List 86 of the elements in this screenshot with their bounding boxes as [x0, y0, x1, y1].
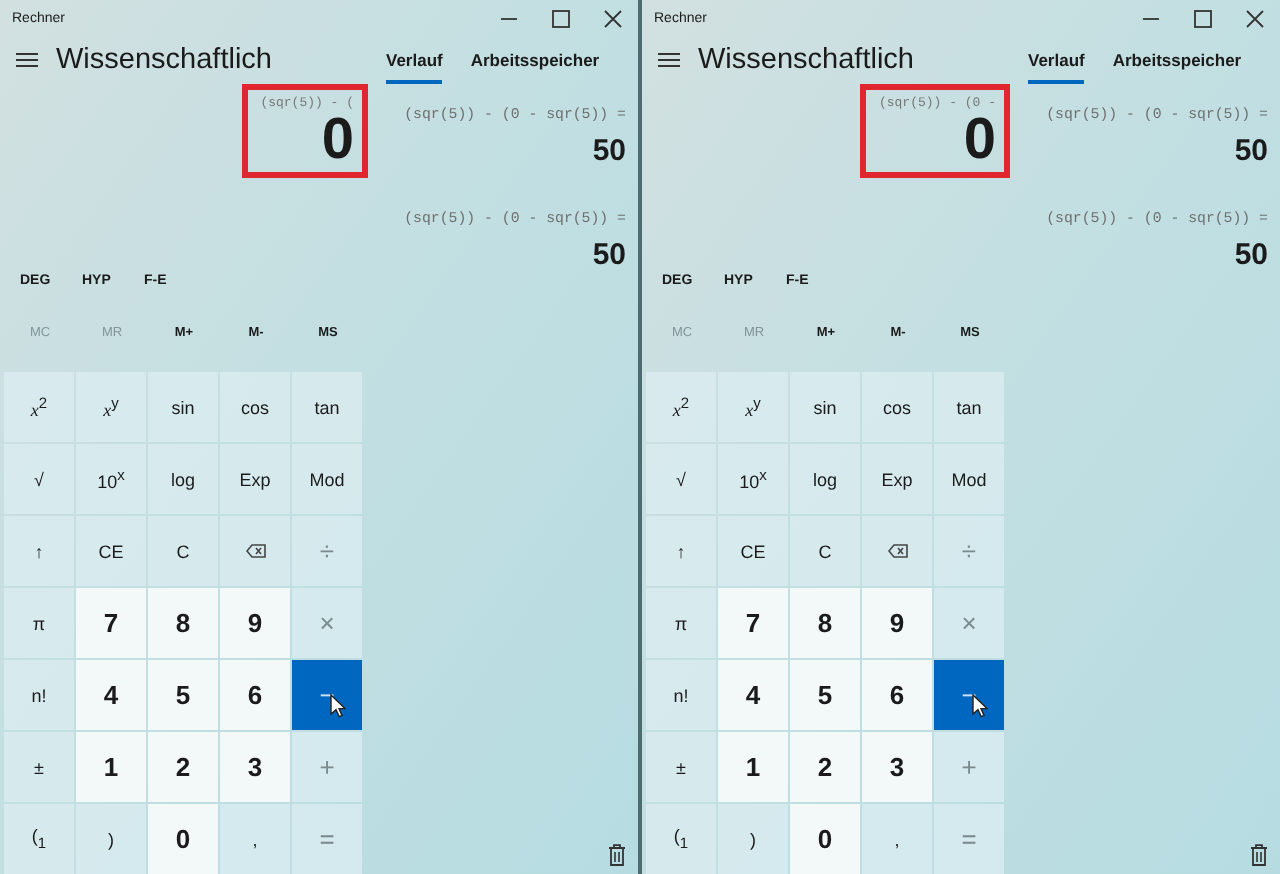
digit-key[interactable]: 9: [220, 588, 290, 658]
maximize-icon: [1193, 9, 1211, 27]
function-key[interactable]: sin: [148, 372, 218, 442]
function-key[interactable]: ↑: [4, 516, 74, 586]
function-key[interactable]: sin: [790, 372, 860, 442]
history-result: 50: [1234, 134, 1268, 168]
function-key[interactable]: ,: [220, 804, 290, 874]
function-key[interactable]: n!: [646, 660, 716, 730]
function-key[interactable]: C: [148, 516, 218, 586]
function-key[interactable]: ±: [646, 732, 716, 802]
function-key[interactable]: ): [718, 804, 788, 874]
function-key[interactable]: √: [4, 444, 74, 514]
digit-key[interactable]: 3: [862, 732, 932, 802]
close-icon: [1245, 9, 1263, 27]
function-key[interactable]: C: [790, 516, 860, 586]
function-key[interactable]: n!: [4, 660, 74, 730]
digit-key[interactable]: 6: [862, 660, 932, 730]
digit-key[interactable]: 7: [718, 588, 788, 658]
function-key[interactable]: 10$^{x}$: [76, 444, 146, 514]
function-key[interactable]: x$^{2}$: [646, 372, 716, 442]
operator-key[interactable]: −: [934, 660, 1004, 730]
digit-key[interactable]: 1: [718, 732, 788, 802]
digit-key[interactable]: 9: [862, 588, 932, 658]
digit-key[interactable]: 8: [148, 588, 218, 658]
backspace-key[interactable]: [220, 516, 290, 586]
trash-icon[interactable]: [608, 844, 626, 866]
tab[interactable]: Arbeitsspeicher: [1112, 36, 1242, 84]
function-key[interactable]: CE: [718, 516, 788, 586]
digit-key[interactable]: 7: [76, 588, 146, 658]
history-result: 50: [592, 238, 626, 272]
digit-key[interactable]: 5: [148, 660, 218, 730]
digit-key[interactable]: 1: [76, 732, 146, 802]
mode-title: Wissenschaftlich: [56, 44, 272, 76]
digit-key[interactable]: 0: [790, 804, 860, 874]
function-key[interactable]: tan: [934, 372, 1004, 442]
function-key[interactable]: π: [4, 588, 74, 658]
function-key[interactable]: 10$^{x}$: [718, 444, 788, 514]
function-key[interactable]: √: [646, 444, 716, 514]
digit-key[interactable]: 4: [718, 660, 788, 730]
digit-key[interactable]: 2: [148, 732, 218, 802]
display-value: 0: [321, 112, 354, 170]
function-key[interactable]: x$^{2}$: [4, 372, 74, 442]
menu-icon[interactable]: [658, 52, 680, 68]
digit-key[interactable]: 4: [76, 660, 146, 730]
backspace-icon: [245, 544, 265, 558]
digit-key[interactable]: 8: [790, 588, 860, 658]
history-result: 50: [592, 134, 626, 168]
digit-key[interactable]: 3: [220, 732, 290, 802]
menu-icon[interactable]: [16, 52, 38, 68]
display-value: 0: [963, 112, 996, 170]
digit-key[interactable]: 6: [220, 660, 290, 730]
cursor-icon: [972, 694, 988, 718]
function-key[interactable]: Exp: [862, 444, 932, 514]
function-key[interactable]: cos: [220, 372, 290, 442]
digit-key[interactable]: 2: [790, 732, 860, 802]
function-key[interactable]: ↑: [646, 516, 716, 586]
digit-key[interactable]: 5: [790, 660, 860, 730]
maximize-icon: [551, 9, 569, 27]
mode-title: Wissenschaftlich: [698, 44, 914, 76]
tab[interactable]: Verlauf: [1028, 36, 1085, 84]
function-key[interactable]: ): [76, 804, 146, 874]
operator-key[interactable]: −: [292, 660, 362, 730]
function-key[interactable]: Exp: [220, 444, 290, 514]
digit-key[interactable]: 0: [148, 804, 218, 874]
function-key[interactable]: Mod: [934, 444, 1004, 514]
function-key[interactable]: log: [148, 444, 218, 514]
function-key[interactable]: ($_{1}$: [646, 804, 716, 874]
tab[interactable]: Arbeitsspeicher: [470, 36, 600, 84]
cursor-icon: [330, 694, 346, 718]
function-key[interactable]: Mod: [292, 444, 362, 514]
function-key[interactable]: x$^{y}$: [718, 372, 788, 442]
function-key[interactable]: CE: [76, 516, 146, 586]
close-icon: [603, 9, 621, 27]
function-key[interactable]: tan: [292, 372, 362, 442]
trash-icon[interactable]: [1250, 844, 1268, 866]
function-key[interactable]: ,: [862, 804, 932, 874]
tab[interactable]: Verlauf: [386, 36, 443, 84]
backspace-icon: [887, 544, 907, 558]
function-key[interactable]: cos: [862, 372, 932, 442]
history-result: 50: [1234, 238, 1268, 272]
function-key[interactable]: π: [646, 588, 716, 658]
function-key[interactable]: x$^{y}$: [76, 372, 146, 442]
backspace-key[interactable]: [862, 516, 932, 586]
function-key[interactable]: ±: [4, 732, 74, 802]
function-key[interactable]: log: [790, 444, 860, 514]
function-key[interactable]: ($_{1}$: [4, 804, 74, 874]
